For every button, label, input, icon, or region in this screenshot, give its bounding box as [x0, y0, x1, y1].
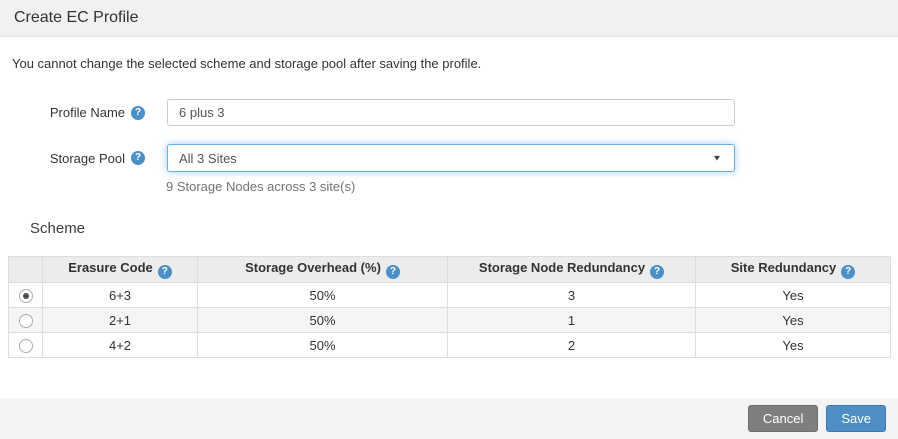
table-header-row: Erasure Code? Storage Overhead (%)? Stor… — [9, 257, 891, 283]
help-icon[interactable]: ? — [158, 265, 172, 279]
col-storage-overhead: Storage Overhead (%)? — [198, 257, 448, 283]
node-redundancy-cell: 2 — [448, 333, 696, 358]
col-site-redundancy: Site Redundancy? — [696, 257, 891, 283]
table-row[interactable]: 4+2 50% 2 Yes — [9, 333, 891, 358]
storage-pool-helper-text: 9 Storage Nodes across 3 site(s) — [166, 179, 898, 194]
profile-name-row: Profile Name ? — [0, 99, 898, 126]
dialog-header: Create EC Profile — [0, 0, 898, 37]
col-label: Storage Node Redundancy — [479, 260, 645, 275]
radio-cell — [9, 283, 43, 308]
scheme-radio[interactable] — [19, 339, 33, 353]
col-label: Site Redundancy — [731, 260, 836, 275]
table-row[interactable]: 2+1 50% 1 Yes — [9, 308, 891, 333]
storage-pool-select[interactable]: All 3 Sites ▼ — [167, 144, 735, 172]
profile-name-input[interactable] — [167, 99, 735, 126]
profile-name-label: Profile Name — [0, 105, 125, 120]
dialog-body: You cannot change the selected scheme an… — [0, 37, 898, 398]
storage-overhead-cell: 50% — [198, 308, 448, 333]
site-redundancy-cell: Yes — [696, 283, 891, 308]
chevron-down-icon: ▼ — [712, 154, 722, 163]
page-title: Create EC Profile — [14, 9, 139, 27]
node-redundancy-cell: 1 — [448, 308, 696, 333]
radio-cell — [9, 308, 43, 333]
dialog-footer: Cancel Save — [0, 398, 898, 439]
help-icon[interactable]: ? — [841, 265, 855, 279]
scheme-radio[interactable] — [19, 289, 33, 303]
storage-overhead-cell: 50% — [198, 283, 448, 308]
site-redundancy-cell: Yes — [696, 333, 891, 358]
scheme-heading: Scheme — [30, 220, 898, 237]
intro-text: You cannot change the selected scheme an… — [12, 56, 898, 71]
scheme-radio[interactable] — [19, 314, 33, 328]
table-row[interactable]: 6+3 50% 3 Yes — [9, 283, 891, 308]
help-icon[interactable]: ? — [650, 265, 664, 279]
scheme-table: Erasure Code? Storage Overhead (%)? Stor… — [8, 256, 891, 358]
col-node-redundancy: Storage Node Redundancy? — [448, 257, 696, 283]
radio-cell — [9, 333, 43, 358]
help-icon[interactable]: ? — [386, 265, 400, 279]
save-button[interactable]: Save — [826, 405, 886, 432]
col-erasure-code: Erasure Code? — [43, 257, 198, 283]
erasure-code-cell: 6+3 — [43, 283, 198, 308]
create-ec-profile-dialog: Create EC Profile You cannot change the … — [0, 0, 898, 439]
col-label: Erasure Code — [68, 260, 153, 275]
help-icon[interactable]: ? — [131, 151, 145, 165]
storage-overhead-cell: 50% — [198, 333, 448, 358]
help-icon[interactable]: ? — [131, 106, 145, 120]
radio-column-header — [9, 257, 43, 283]
storage-pool-label: Storage Pool — [0, 151, 125, 166]
cancel-button[interactable]: Cancel — [748, 405, 818, 432]
site-redundancy-cell: Yes — [696, 308, 891, 333]
storage-pool-selected-value: All 3 Sites — [179, 151, 237, 166]
storage-pool-row: Storage Pool ? All 3 Sites ▼ — [0, 144, 898, 172]
erasure-code-cell: 2+1 — [43, 308, 198, 333]
erasure-code-cell: 4+2 — [43, 333, 198, 358]
node-redundancy-cell: 3 — [448, 283, 696, 308]
col-label: Storage Overhead (%) — [245, 260, 381, 275]
